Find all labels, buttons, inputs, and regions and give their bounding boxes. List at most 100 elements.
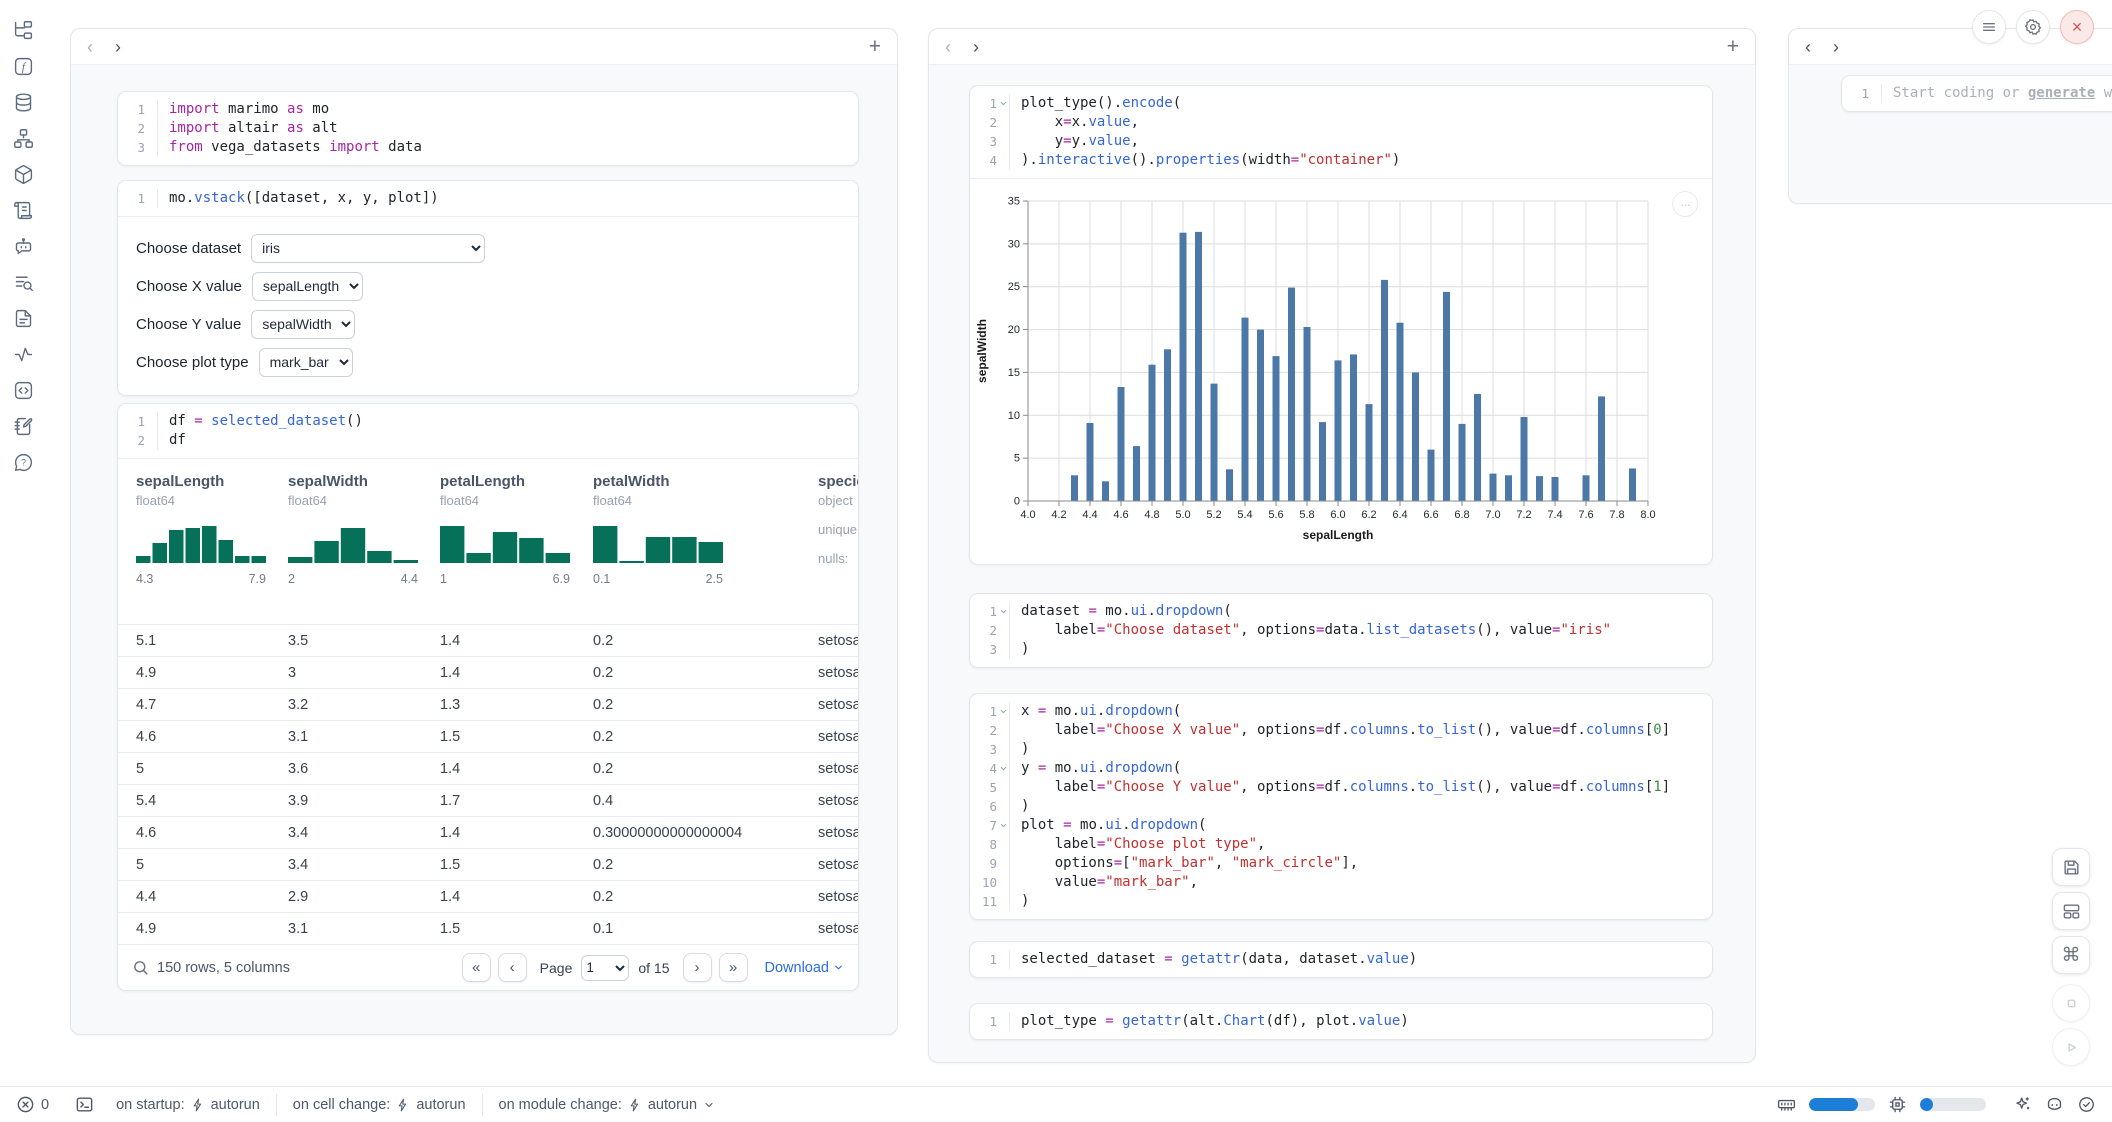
code-line[interactable]: 1mo.vstack([dataset, x, y, plot]) bbox=[118, 189, 858, 208]
code-editor[interactable]: 1x = mo.ui.dropdown(2 label="Choose X va… bbox=[970, 694, 1712, 919]
scratch-placeholder[interactable]: Start coding or generate with AI bbox=[1882, 84, 2112, 103]
code-cell-plot-type[interactable]: 1plot_type = getattr(alt.Chart(df), plot… bbox=[969, 1003, 1713, 1040]
code-line[interactable]: 2df bbox=[118, 431, 858, 450]
runtime-setting-on-cell-change[interactable]: on cell change:autorun bbox=[293, 1097, 466, 1113]
code-line[interactable]: 2 label="Choose X value", options=df.col… bbox=[970, 721, 1712, 740]
code-cell-chart[interactable]: 1plot_type().encode(2 x=x.value,3 y=y.va… bbox=[969, 85, 1713, 565]
download-button[interactable]: Download bbox=[765, 960, 845, 976]
package-icon[interactable] bbox=[13, 164, 34, 185]
code-line[interactable]: 3) bbox=[970, 740, 1712, 759]
choose-x-value-select[interactable]: sepalLength bbox=[252, 272, 363, 301]
stop-button[interactable] bbox=[2052, 984, 2090, 1022]
ai-assist-button[interactable] bbox=[2013, 1095, 2032, 1114]
runtime-setting-on-startup[interactable]: on startup:autorun bbox=[116, 1097, 260, 1113]
menu-button[interactable] bbox=[1972, 10, 2006, 44]
connection-status-button[interactable] bbox=[2077, 1095, 2096, 1114]
table-cell: 0.30000000000000004 bbox=[575, 825, 800, 841]
scratchpad-icon[interactable] bbox=[13, 416, 34, 437]
code-line[interactable]: 4).interactive().properties(width="conta… bbox=[970, 151, 1712, 170]
code-line[interactable]: 2 label="Choose dataset", options=data.l… bbox=[970, 621, 1712, 640]
code-cell-dataset-dropdown[interactable]: 1dataset = mo.ui.dropdown(2 label="Choos… bbox=[969, 593, 1713, 668]
help-bubble-icon[interactable]: ? bbox=[13, 452, 34, 473]
column-prev-icon[interactable]: ‹ bbox=[1805, 38, 1811, 56]
code-line[interactable]: 11) bbox=[970, 892, 1712, 911]
add-cell-icon[interactable]: + bbox=[1727, 36, 1739, 57]
code-line[interactable]: 9 options=["mark_bar", "mark_circle"], bbox=[970, 854, 1712, 873]
save-button[interactable] bbox=[2052, 848, 2090, 886]
close-button[interactable]: × bbox=[2060, 10, 2094, 44]
terminal-button[interactable] bbox=[75, 1095, 94, 1114]
code-line[interactable]: 1plot_type().encode( bbox=[970, 94, 1712, 113]
column-next-icon[interactable]: › bbox=[1833, 38, 1839, 56]
add-cell-icon[interactable]: + bbox=[869, 36, 881, 57]
column-prev-icon[interactable]: ‹ bbox=[87, 38, 93, 56]
code-line[interactable]: 1plot_type = getattr(alt.Chart(df), plot… bbox=[970, 1012, 1712, 1031]
code-snippet-icon[interactable] bbox=[13, 380, 34, 401]
dependency-graph-icon[interactable] bbox=[13, 128, 34, 149]
code-line[interactable]: 3 y=y.value, bbox=[970, 132, 1712, 151]
code-line[interactable]: 2import altair as alt bbox=[118, 119, 858, 138]
code-line[interactable]: 1import marimo as mo bbox=[118, 100, 858, 119]
file-text-icon[interactable] bbox=[13, 308, 34, 329]
svg-text:6.2: 6.2 bbox=[1361, 509, 1376, 521]
layout-button[interactable] bbox=[2052, 892, 2090, 930]
run-button[interactable] bbox=[2052, 1028, 2090, 1066]
choose-plot-type-select[interactable]: mark_bar bbox=[259, 348, 353, 377]
code-line[interactable]: 3) bbox=[970, 640, 1712, 659]
chart-menu-icon[interactable]: ··· bbox=[1672, 191, 1698, 217]
code-editor[interactable]: 1mo.vstack([dataset, x, y, plot]) bbox=[118, 181, 858, 216]
svg-text:sepalWidth: sepalWidth bbox=[975, 319, 989, 383]
code-line[interactable]: 3from vega_datasets import data bbox=[118, 138, 858, 157]
column-next-icon[interactable]: › bbox=[973, 38, 979, 56]
next-page-button[interactable]: › bbox=[683, 953, 712, 982]
code-line[interactable]: 7plot = mo.ui.dropdown( bbox=[970, 816, 1712, 835]
chat-bot-icon[interactable] bbox=[13, 236, 34, 257]
errors-button[interactable] bbox=[16, 1095, 35, 1114]
code-cell-vstack[interactable]: 1mo.vstack([dataset, x, y, plot]) Choose… bbox=[117, 180, 859, 396]
function-square-icon[interactable]: f bbox=[13, 56, 34, 77]
activity-icon[interactable] bbox=[13, 344, 34, 365]
code-editor[interactable]: 1df = selected_dataset()2df bbox=[118, 404, 858, 458]
column-prev-icon[interactable]: ‹ bbox=[945, 38, 951, 56]
prev-page-button[interactable]: ‹ bbox=[498, 953, 527, 982]
page-select[interactable]: 1 bbox=[581, 955, 629, 981]
code-editor[interactable]: 1dataset = mo.ui.dropdown(2 label="Choos… bbox=[970, 594, 1712, 667]
code-line[interactable]: 2 x=x.value, bbox=[970, 113, 1712, 132]
code-line[interactable]: 1x = mo.ui.dropdown( bbox=[970, 702, 1712, 721]
settings-button[interactable] bbox=[2016, 10, 2050, 44]
choose-y-value-select[interactable]: sepalWidth bbox=[251, 310, 355, 339]
search-icon[interactable] bbox=[132, 959, 149, 976]
command-palette-button[interactable]: ⌘ bbox=[2052, 936, 2090, 974]
code-line[interactable]: 4y = mo.ui.dropdown( bbox=[970, 759, 1712, 778]
control-row: Choose datasetiris bbox=[136, 233, 840, 263]
code-cell-scratch[interactable]: 1 Start coding or generate with AI bbox=[1841, 75, 2112, 112]
code-editor[interactable]: 1plot_type().encode(2 x=x.value,3 y=y.va… bbox=[970, 86, 1712, 178]
runtime-setting-on-module-change[interactable]: on module change:autorun bbox=[499, 1097, 716, 1113]
copilot-button[interactable] bbox=[2045, 1095, 2064, 1114]
code-cell-dataframe[interactable]: 1df = selected_dataset()2df sepalLengthf… bbox=[117, 403, 859, 991]
code-line[interactable]: 1df = selected_dataset() bbox=[118, 412, 858, 431]
code-cell-xy-plot-dropdowns[interactable]: 1x = mo.ui.dropdown(2 label="Choose X va… bbox=[969, 693, 1713, 920]
column-next-icon[interactable]: › bbox=[115, 38, 121, 56]
code-editor[interactable]: 1plot_type = getattr(alt.Chart(df), plot… bbox=[970, 1004, 1712, 1039]
last-page-button[interactable]: » bbox=[719, 953, 748, 982]
code-line[interactable]: 8 label="Choose plot type", bbox=[970, 835, 1712, 854]
first-page-button[interactable]: « bbox=[462, 953, 491, 982]
code-line[interactable]: 1dataset = mo.ui.dropdown( bbox=[970, 602, 1712, 621]
database-icon[interactable] bbox=[13, 92, 34, 113]
list-search-icon[interactable] bbox=[13, 272, 34, 293]
code-line[interactable]: 6) bbox=[970, 797, 1712, 816]
code-cell-imports[interactable]: 1import marimo as mo2import altair as al… bbox=[117, 91, 859, 166]
code-editor[interactable]: 1selected_dataset = getattr(data, datase… bbox=[970, 942, 1712, 977]
code-cell-selected-dataset[interactable]: 1selected_dataset = getattr(data, datase… bbox=[969, 941, 1713, 978]
code-editor[interactable]: 1 Start coding or generate with AI bbox=[1842, 76, 2112, 111]
code-editor[interactable]: 1import marimo as mo2import altair as al… bbox=[118, 92, 858, 165]
scroll-log-icon[interactable] bbox=[13, 200, 34, 221]
svg-text:5.2: 5.2 bbox=[1206, 509, 1221, 521]
code-line[interactable]: 1selected_dataset = getattr(data, datase… bbox=[970, 950, 1712, 969]
choose-dataset-select[interactable]: iris bbox=[251, 234, 485, 263]
code-line[interactable]: 5 label="Choose Y value", options=df.col… bbox=[970, 778, 1712, 797]
file-tree-icon[interactable] bbox=[13, 20, 34, 41]
code-line[interactable]: 10 value="mark_bar", bbox=[970, 873, 1712, 892]
bar-chart[interactable]: 4.04.24.44.64.85.05.25.45.65.86.06.26.46… bbox=[972, 185, 1712, 562]
